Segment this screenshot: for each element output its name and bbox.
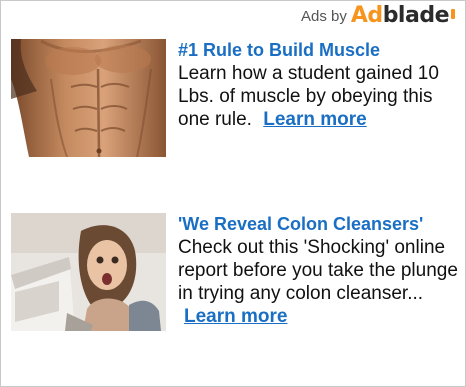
- ad-text-block: #1 Rule to Build Muscle Learn how a stud…: [178, 39, 460, 131]
- logo-dot-icon: [451, 9, 455, 19]
- ad-title-link[interactable]: #1 Rule to Build Muscle: [178, 39, 460, 62]
- ads-by-label[interactable]: Ads by Ad blade: [301, 5, 455, 27]
- adblade-logo[interactable]: Ad blade: [351, 5, 455, 27]
- ad-body-text: Check out this 'Shocking' online report …: [178, 237, 458, 304]
- ad-title-link[interactable]: 'We Reveal Colon Cleansers': [178, 213, 460, 236]
- ad-text-block: 'We Reveal Colon Cleansers' Check out th…: [178, 213, 460, 328]
- ad-image-muscular-torso[interactable]: [11, 39, 166, 157]
- learn-more-link[interactable]: Learn more: [184, 306, 287, 327]
- learn-more-link[interactable]: Learn more: [263, 109, 366, 130]
- ad-frame: Ads by Ad blade #1 Rule to Build Muscle …: [0, 0, 466, 387]
- logo-blade-text: blade: [382, 3, 450, 28]
- ad-image-shocked-woman-at-computer[interactable]: [11, 213, 166, 331]
- logo-ad-text: Ad: [350, 3, 383, 28]
- ads-by-text: Ads by: [301, 7, 347, 25]
